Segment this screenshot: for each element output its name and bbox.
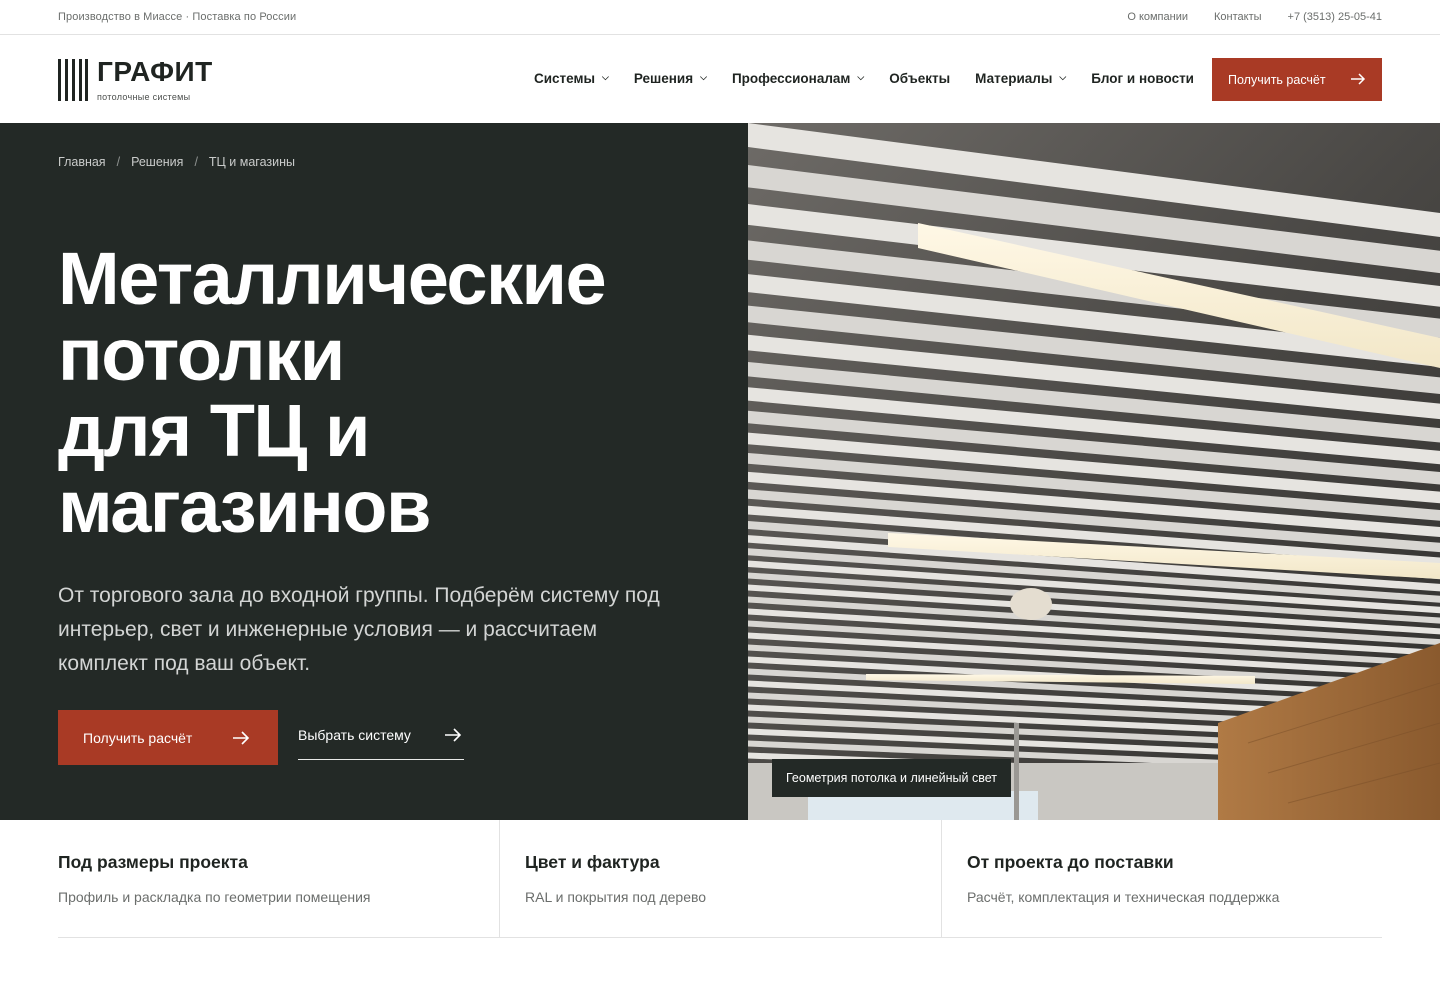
nav-item-objects[interactable]: Объекты xyxy=(889,71,950,86)
main-nav: Системы ⌵ Решения ⌵ Профессионалам ⌵ Объ… xyxy=(534,71,1194,86)
feature-text: Профиль и раскладка по геометрии помещен… xyxy=(58,889,371,905)
chevron-down-icon: ⌵ xyxy=(857,72,865,82)
arrow-right-icon xyxy=(1351,73,1366,85)
nav-item-solutions[interactable]: Решения ⌵ xyxy=(634,71,707,86)
feature-title: Под размеры проекта xyxy=(58,852,248,872)
nav-item-label: Профессионалам xyxy=(731,71,851,86)
breadcrumb-solutions[interactable]: Решения xyxy=(131,155,183,169)
breadcrumb-home[interactable]: Главная xyxy=(58,155,106,169)
chevron-down-icon: ⌵ xyxy=(602,72,609,82)
ceiling-photo-illustration xyxy=(748,123,1440,820)
ceiling-sensor-icon xyxy=(1010,588,1052,620)
hero-description: От торгового зала до входной группы. Под… xyxy=(58,584,660,675)
hero-title-line: магазинов xyxy=(58,465,431,548)
breadcrumb-separator: / xyxy=(116,155,121,169)
hero-photo: Геометрия потолка и линейный свет xyxy=(748,123,1440,820)
nav-item-blog[interactable]: Блог и новости xyxy=(1091,71,1194,86)
hero-title: Металлические потолки для ТЦ и магазинов xyxy=(58,241,718,545)
nav-item-label: Материалы xyxy=(975,71,1053,86)
hero-title-line: потолки xyxy=(58,313,345,396)
breadcrumb-separator: / xyxy=(194,155,198,169)
feature-strip: Под размеры проекта Профиль и раскладка … xyxy=(0,820,1440,938)
nav-item-label: Системы xyxy=(534,71,596,86)
feature-item: Цвет и фактура RAL и покрытия под дерево xyxy=(499,820,941,938)
logo-wordmark: ГРАФИТ xyxy=(97,56,213,87)
header-get-quote-label: Получить расчёт xyxy=(1228,72,1326,87)
header-get-quote-button[interactable]: Получить расчёт xyxy=(1212,58,1382,101)
top-bar: Производство в Миассе · Поставка по Росс… xyxy=(0,0,1440,35)
site-header: ГРАФИТ потолочные системы Системы ⌵ Реше… xyxy=(0,35,1440,123)
column-pole xyxy=(1014,723,1019,820)
feature-title: От проекта до поставки xyxy=(967,852,1174,872)
breadcrumb: Главная / Решения / ТЦ и магазины xyxy=(58,155,295,169)
hero-title-line: Металлические xyxy=(58,237,607,320)
arrow-right-icon xyxy=(233,731,250,745)
hero-get-quote-button[interactable]: Получить расчёт xyxy=(58,710,278,765)
nav-item-professionals[interactable]: Профессионалам ⌵ xyxy=(732,71,864,86)
feature-text: RAL и покрытия под дерево xyxy=(525,889,707,905)
top-tagline: Производство в Миассе · Поставка по Росс… xyxy=(58,11,297,23)
chevron-down-icon: ⌵ xyxy=(1059,72,1067,82)
logo[interactable]: ГРАФИТ потолочные системы xyxy=(58,57,228,107)
breadcrumb-current: ТЦ и магазины xyxy=(208,155,295,169)
nav-item-materials[interactable]: Материалы ⌵ xyxy=(975,71,1066,86)
hero-title-line: для ТЦ и xyxy=(58,389,371,472)
feature-item: От проекта до поставки Расчёт, комплекта… xyxy=(941,820,1382,938)
logo-bars-icon xyxy=(58,59,88,101)
hero-panel: Главная / Решения / ТЦ и магазины Металл… xyxy=(0,123,748,820)
top-links: О компании Контакты +7 (3513) 25-05-41 xyxy=(1127,11,1382,23)
top-link-about[interactable]: О компании xyxy=(1127,11,1188,23)
top-link-contacts[interactable]: Контакты xyxy=(1214,11,1262,23)
nav-item-label: Решения xyxy=(633,71,694,86)
feature-item: Под размеры проекта Профиль и раскладка … xyxy=(58,820,499,938)
feature-title: Цвет и фактура xyxy=(525,852,660,872)
photo-caption: Геометрия потолка и линейный свет xyxy=(772,759,1011,797)
chevron-down-icon: ⌵ xyxy=(700,72,707,82)
choose-system-label: Выбрать систему xyxy=(298,726,411,743)
nav-item-label: Блог и новости xyxy=(1091,71,1194,86)
nav-item-label: Объекты xyxy=(889,71,951,86)
nav-item-systems[interactable]: Системы ⌵ xyxy=(534,71,609,86)
divider xyxy=(58,937,1382,938)
hero-get-quote-label: Получить расчёт xyxy=(83,729,193,746)
arrow-right-icon xyxy=(445,728,462,742)
choose-system-link[interactable]: Выбрать систему xyxy=(298,710,464,760)
logo-subtitle: потолочные системы xyxy=(97,92,191,102)
top-link-phone[interactable]: +7 (3513) 25-05-41 xyxy=(1288,11,1382,23)
feature-text: Расчёт, комплектация и техническая подде… xyxy=(967,889,1280,905)
